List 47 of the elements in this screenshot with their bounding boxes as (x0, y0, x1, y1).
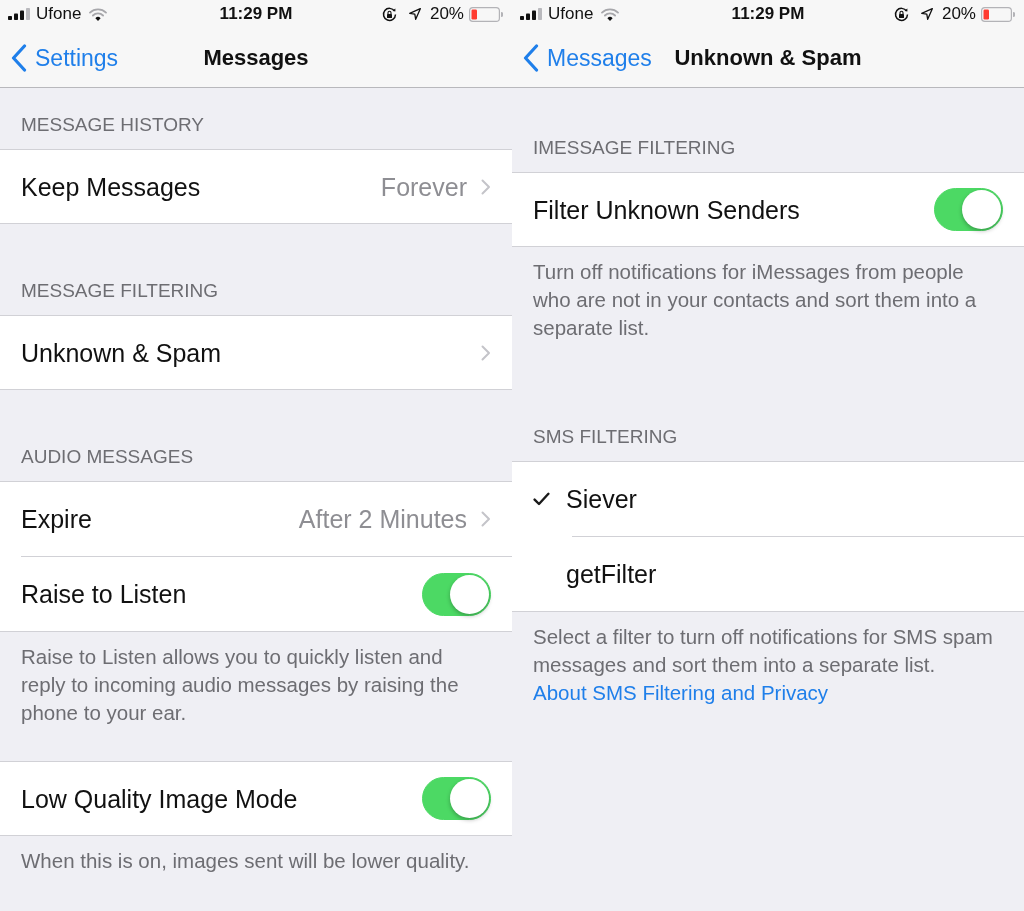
signal-bars-icon (520, 8, 542, 20)
row-label: Filter Unknown Senders (533, 194, 801, 225)
orientation-lock-icon (381, 6, 397, 22)
orientation-lock-icon (893, 6, 909, 22)
clock-time: 11:29 PM (731, 4, 805, 24)
footer-text: Turn off notifications for iMessages from people who are not in your contacts and sort them into a separate list. (533, 259, 978, 341)
settings-row[interactable]: Unknown & Spam (0, 315, 512, 390)
section-header: SMS FILTERING (532, 425, 679, 449)
section-header: MESSAGE HISTORY (20, 113, 205, 137)
battery-percentage: 20% (941, 4, 976, 24)
nav-title: Unknown & Spam (674, 43, 862, 72)
settings-row[interactable]: Keep Messages Forever (0, 149, 512, 224)
carrier-name: Ufone (548, 4, 594, 24)
settings-row[interactable]: Expire After 2 Minutes (0, 481, 512, 556)
wifi-icon (89, 7, 108, 21)
option-row[interactable]: Siever (512, 461, 1024, 536)
footer-text: Raise to Listen allows you to quickly listen and reply to incoming audio messages by raising the phone to your ear. (21, 644, 460, 726)
chevron-right-icon (481, 178, 491, 195)
row-label: Raise to Listen (21, 579, 188, 609)
nav-title: Messages (203, 43, 309, 72)
option-row[interactable]: getFilter (512, 537, 1024, 612)
clock-time: 11:29 PM (219, 4, 293, 24)
wifi-icon (601, 7, 620, 21)
footer-text: When this is on, images sent will be lower quality. (21, 848, 470, 874)
chevron-right-icon (481, 511, 491, 527)
row-value: Forever (380, 171, 467, 202)
toggle-switch[interactable] (422, 572, 491, 616)
toggle-switch[interactable] (934, 188, 1003, 231)
location-arrow-icon (920, 8, 933, 20)
footer-text: Select a filter to turn off notifications for SMS spam messages and sort them into a separate list. (533, 624, 994, 678)
row-label: Low Quality Image Mode (21, 783, 299, 814)
battery-icon (981, 6, 1015, 22)
carrier-name: Ufone (36, 4, 82, 24)
battery-percentage: 20% (429, 4, 464, 24)
back-button[interactable]: Messages (523, 43, 652, 72)
location-arrow-icon (408, 8, 421, 20)
section-header: IMESSAGE FILTERING (532, 136, 737, 160)
back-button[interactable]: Settings (11, 43, 119, 72)
chevron-left-icon (11, 43, 27, 72)
section-header: AUDIO MESSAGES (20, 445, 195, 469)
battery-icon (469, 6, 503, 22)
section-header: MESSAGE FILTERING (20, 279, 220, 303)
signal-bars-icon (8, 8, 30, 20)
toggle-switch[interactable] (422, 777, 491, 820)
chevron-left-icon (523, 43, 539, 72)
row-value: After 2 Minutes (298, 504, 467, 534)
chevron-right-icon (481, 344, 491, 361)
